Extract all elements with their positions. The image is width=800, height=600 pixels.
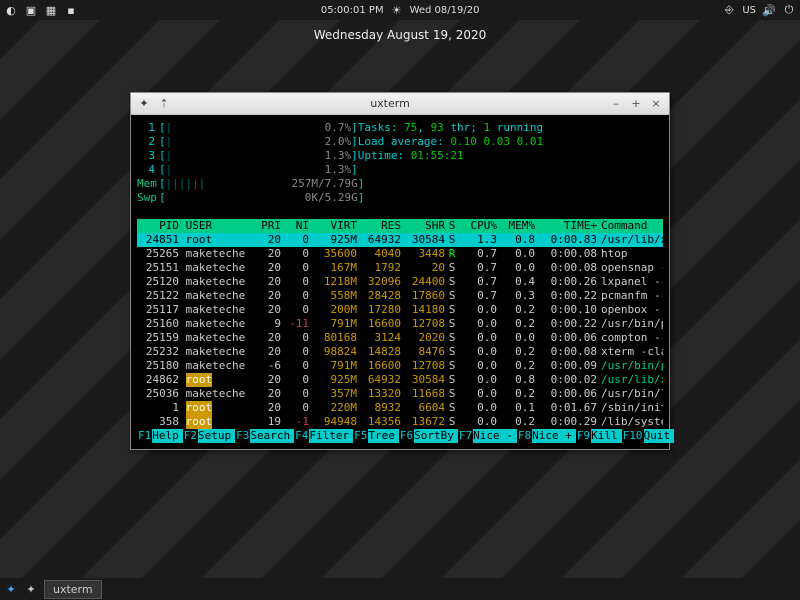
process-row[interactable]: 24851 root200925M6493230584S1.30.80:00.8…: [137, 233, 663, 247]
panel-date[interactable]: Wed 08/19/20: [410, 5, 480, 16]
process-row[interactable]: 1 root200220M89326604S0.00.10:01.67/sbin…: [137, 401, 663, 415]
process-row[interactable]: 25120 maketeche2001218M3209624400S0.70.4…: [137, 275, 663, 289]
minimize-button[interactable]: –: [609, 97, 623, 111]
volume-icon[interactable]: 🔊: [762, 3, 776, 17]
process-row[interactable]: 25265 maketeche2003560040403448R0.70.00:…: [137, 247, 663, 261]
terminal-content[interactable]: 1 [| 0.7%] Tasks: 75, 93 thr; 1 running2…: [131, 115, 669, 449]
kbd-layout[interactable]: US: [742, 5, 756, 16]
top-panel: ◐ ▣ ▦ ▪ 05:00:01 PM ☀ Wed 08/19/20 ⎆ US …: [0, 0, 800, 20]
process-row[interactable]: 25160 maketeche9-11791M1660012708S0.00.2…: [137, 317, 663, 331]
process-row[interactable]: 25159 maketeche2008016831242020S0.00.00:…: [137, 331, 663, 345]
process-row[interactable]: 24862 root200925M6493230584S0.00.80:00.0…: [137, 373, 663, 387]
bottom-panel: ✦ ✦ uxterm: [0, 578, 800, 600]
pin-icon[interactable]: ⇡: [157, 97, 171, 111]
show-desktop-icon[interactable]: ✦: [4, 582, 18, 596]
process-row[interactable]: 25036 maketeche200357M1332011668S0.00.20…: [137, 387, 663, 401]
process-row[interactable]: 25151 maketeche200167M179220S0.70.00:00.…: [137, 261, 663, 275]
power-icon[interactable]: ⏻: [782, 3, 796, 17]
terminal-icon[interactable]: ▪: [64, 3, 78, 17]
maximize-button[interactable]: +: [629, 97, 643, 111]
process-row[interactable]: 25122 maketeche200558M2842817860S0.70.30…: [137, 289, 663, 303]
app-icon: ✦: [137, 97, 151, 111]
menu-icon[interactable]: ◐: [4, 3, 18, 17]
process-row[interactable]: 25117 maketeche200200M1728014180S0.00.20…: [137, 303, 663, 317]
weather-icon[interactable]: ☀: [390, 3, 404, 17]
window-title: uxterm: [177, 97, 603, 110]
htop-function-bar[interactable]: F1HelpF2SetupF3SearchF4FilterF5TreeF6Sor…: [137, 429, 663, 443]
browser-icon[interactable]: ▦: [44, 3, 58, 17]
terminal-window: ✦ ⇡ uxterm – + × 1 [| 0.7%] Tasks: 75, 9…: [130, 92, 670, 450]
desktop-date: Wednesday August 19, 2020: [314, 28, 487, 42]
network-icon[interactable]: ⎆: [722, 3, 736, 17]
clock[interactable]: 05:00:01 PM: [321, 5, 384, 16]
close-button[interactable]: ×: [649, 97, 663, 111]
taskbar-app-icon[interactable]: ✦: [24, 582, 38, 596]
files-icon[interactable]: ▣: [24, 3, 38, 17]
window-titlebar[interactable]: ✦ ⇡ uxterm – + ×: [131, 93, 669, 115]
process-row[interactable]: 25232 maketeche20098824148288476S0.00.20…: [137, 345, 663, 359]
process-row[interactable]: 25180 maketeche-60791M1660012708S0.00.20…: [137, 359, 663, 373]
process-row[interactable]: 358 root19-1949481435613672S0.00.20:00.2…: [137, 415, 663, 429]
taskbar-app-button[interactable]: uxterm: [44, 580, 102, 599]
